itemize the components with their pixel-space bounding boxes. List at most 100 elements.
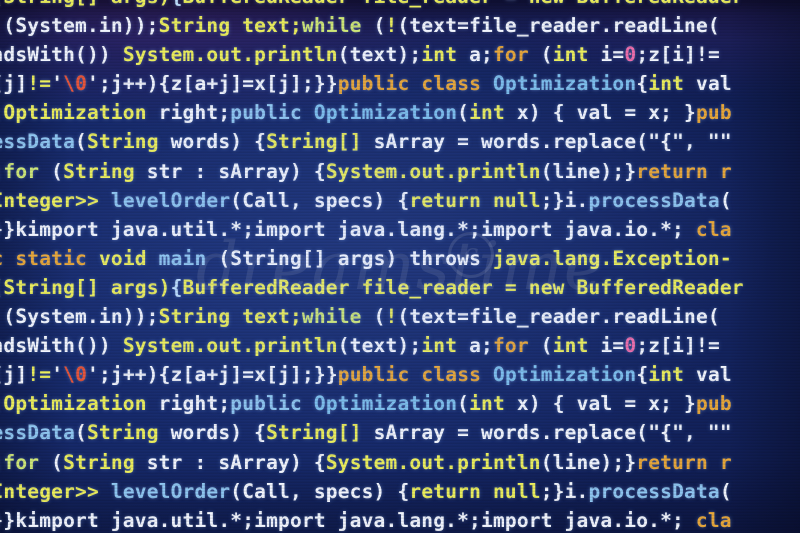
code-token: while — [301, 14, 374, 38]
code-line: ,7,#}");}}}kimport java.util.*;import ja… — [0, 506, 800, 533]
code-token: ,7,#}");}}}kimport java.util.*;import ja… — [0, 508, 684, 532]
code-token: right; — [146, 392, 231, 416]
code-token: ;x[j] — [0, 72, 28, 96]
code-token: != — [27, 363, 52, 387]
code-token: sArray = words.replace("{", "" — [361, 130, 732, 154]
code-token: System.out.println — [325, 159, 541, 183]
code-token: for — [492, 334, 541, 358]
code-text-block: oid main (String[] args){BufferedReader … — [0, 0, 800, 533]
code-token: \0 — [63, 363, 88, 387]
code-token: processData — [0, 130, 76, 154]
code-line: .log(",");for (String str : sArray) {Sys… — [0, 157, 800, 186]
code-token: return r — [636, 450, 732, 474]
code-token: ;}i. — [540, 479, 589, 503]
code-token: Optimization — [313, 101, 458, 125]
code-token: void — [98, 246, 159, 270]
code-token: cla — [695, 217, 732, 241]
code-line: .log(",");for (String str : sArray) {Sys… — [0, 448, 800, 477]
code-token: (String[] args) — [218, 246, 398, 270]
code-line: ,7,#}");}}}kimport java.util.*;import ja… — [0, 215, 800, 244]
code-token: Optimization — [3, 101, 147, 125]
code-token: public — [230, 392, 314, 416]
code-token: ' — [51, 363, 64, 387]
code-token: int — [421, 43, 470, 67]
code-token: ' — [51, 72, 64, 96]
code-token: for — [492, 43, 541, 67]
code-token: processData — [588, 479, 720, 503]
code-token: Optimization — [493, 363, 637, 387]
code-token: ;z[i]!= — [636, 43, 720, 67]
code-token: (Call, specs) { — [230, 188, 410, 212]
code-line: tion processData(String words) {String[]… — [0, 127, 800, 156]
code-token: ( — [51, 159, 64, 183]
code-token: String — [87, 130, 159, 154]
code-token: int — [648, 363, 697, 387]
code-token: 0 — [624, 334, 637, 358]
code-token: (Call, specs) { — [230, 479, 410, 503]
code-token: right; — [146, 101, 231, 125]
code-token: levelOrder — [110, 479, 231, 503]
code-line: tion left;Optimization right;public Opti… — [0, 389, 800, 418]
code-token: public static — [0, 246, 88, 270]
code-token: levelOrder — [110, 188, 231, 212]
code-token: processData — [0, 421, 76, 445]
code-token: str : sArray) { — [134, 159, 326, 183]
code-token: a; — [469, 334, 493, 358]
code-token: int — [552, 334, 601, 358]
code-token: return r — [636, 159, 732, 183]
code-token: String — [63, 159, 135, 183]
code-token: BufferedReader file_reader = new Buffere… — [183, 0, 744, 8]
code-token: words) { — [158, 130, 267, 154]
code-token: ist<List<Integer>> — [0, 479, 99, 503]
code-token: x) { val = x; } — [516, 101, 696, 125]
code-token: public — [230, 101, 314, 125]
code-token: val — [696, 72, 732, 96]
code-token: (text); — [337, 43, 422, 67]
code-token: int — [421, 334, 470, 358]
code-token: String text; — [158, 305, 302, 329]
code-token: processData — [588, 188, 720, 212]
code-token: x) { val = x; } — [516, 392, 696, 416]
code-token: return null — [409, 479, 541, 503]
code-token: tents)).endsWith()) — [0, 334, 111, 358]
code-token: { — [636, 363, 649, 387]
code-token: ';j++){z[a+j]=x[j];}} — [87, 72, 338, 96]
code-token: String — [87, 421, 159, 445]
code-token: int — [552, 43, 601, 67]
code-token: System.out.println — [325, 450, 541, 474]
code-token: ( — [373, 305, 386, 329]
code-token: (String[] args) — [0, 275, 171, 299]
code-line: ram{public static void main (String[] ar… — [0, 244, 800, 273]
code-token: int — [648, 72, 697, 96]
code-token: ( — [51, 450, 64, 474]
code-token: public class — [337, 72, 494, 96]
code-line: eamReader (System.in));String text;while… — [0, 11, 800, 40]
code-token: String — [63, 450, 135, 474]
code-line: int j=0;x[j]!='\0';j++){z[a+j]=x[j];}}pu… — [0, 360, 800, 389]
code-line: tion processData(String words) {String[]… — [0, 418, 800, 447]
code-token: java.lang.Exception- — [493, 246, 732, 270]
code-token: (line);} — [540, 159, 637, 183]
code-token: int — [469, 392, 517, 416]
code-token: (System.in)); — [3, 305, 159, 329]
code-token: main — [158, 246, 219, 270]
code-token: System.out.println — [122, 334, 338, 358]
code-token: ;z[i]!= — [636, 334, 720, 358]
code-token: i= — [600, 43, 625, 67]
code-line: ist<List<Integer>> levelOrder(Call, spec… — [0, 477, 800, 506]
code-token: { — [636, 72, 649, 96]
code-token: ( — [719, 188, 732, 212]
code-token: val — [696, 363, 732, 387]
code-token: pub — [695, 392, 732, 416]
code-token: ist<List<Integer>> — [0, 188, 99, 212]
code-token: (text=file_reader.readLine( — [397, 305, 720, 329]
code-token: ! — [385, 14, 398, 38]
code-token: \0 — [63, 72, 88, 96]
code-token: a; — [469, 43, 493, 67]
code-token: ( — [75, 130, 87, 154]
code-token: ;}i. — [540, 188, 589, 212]
code-token: (line);} — [540, 450, 637, 474]
code-token: ( — [540, 334, 553, 358]
